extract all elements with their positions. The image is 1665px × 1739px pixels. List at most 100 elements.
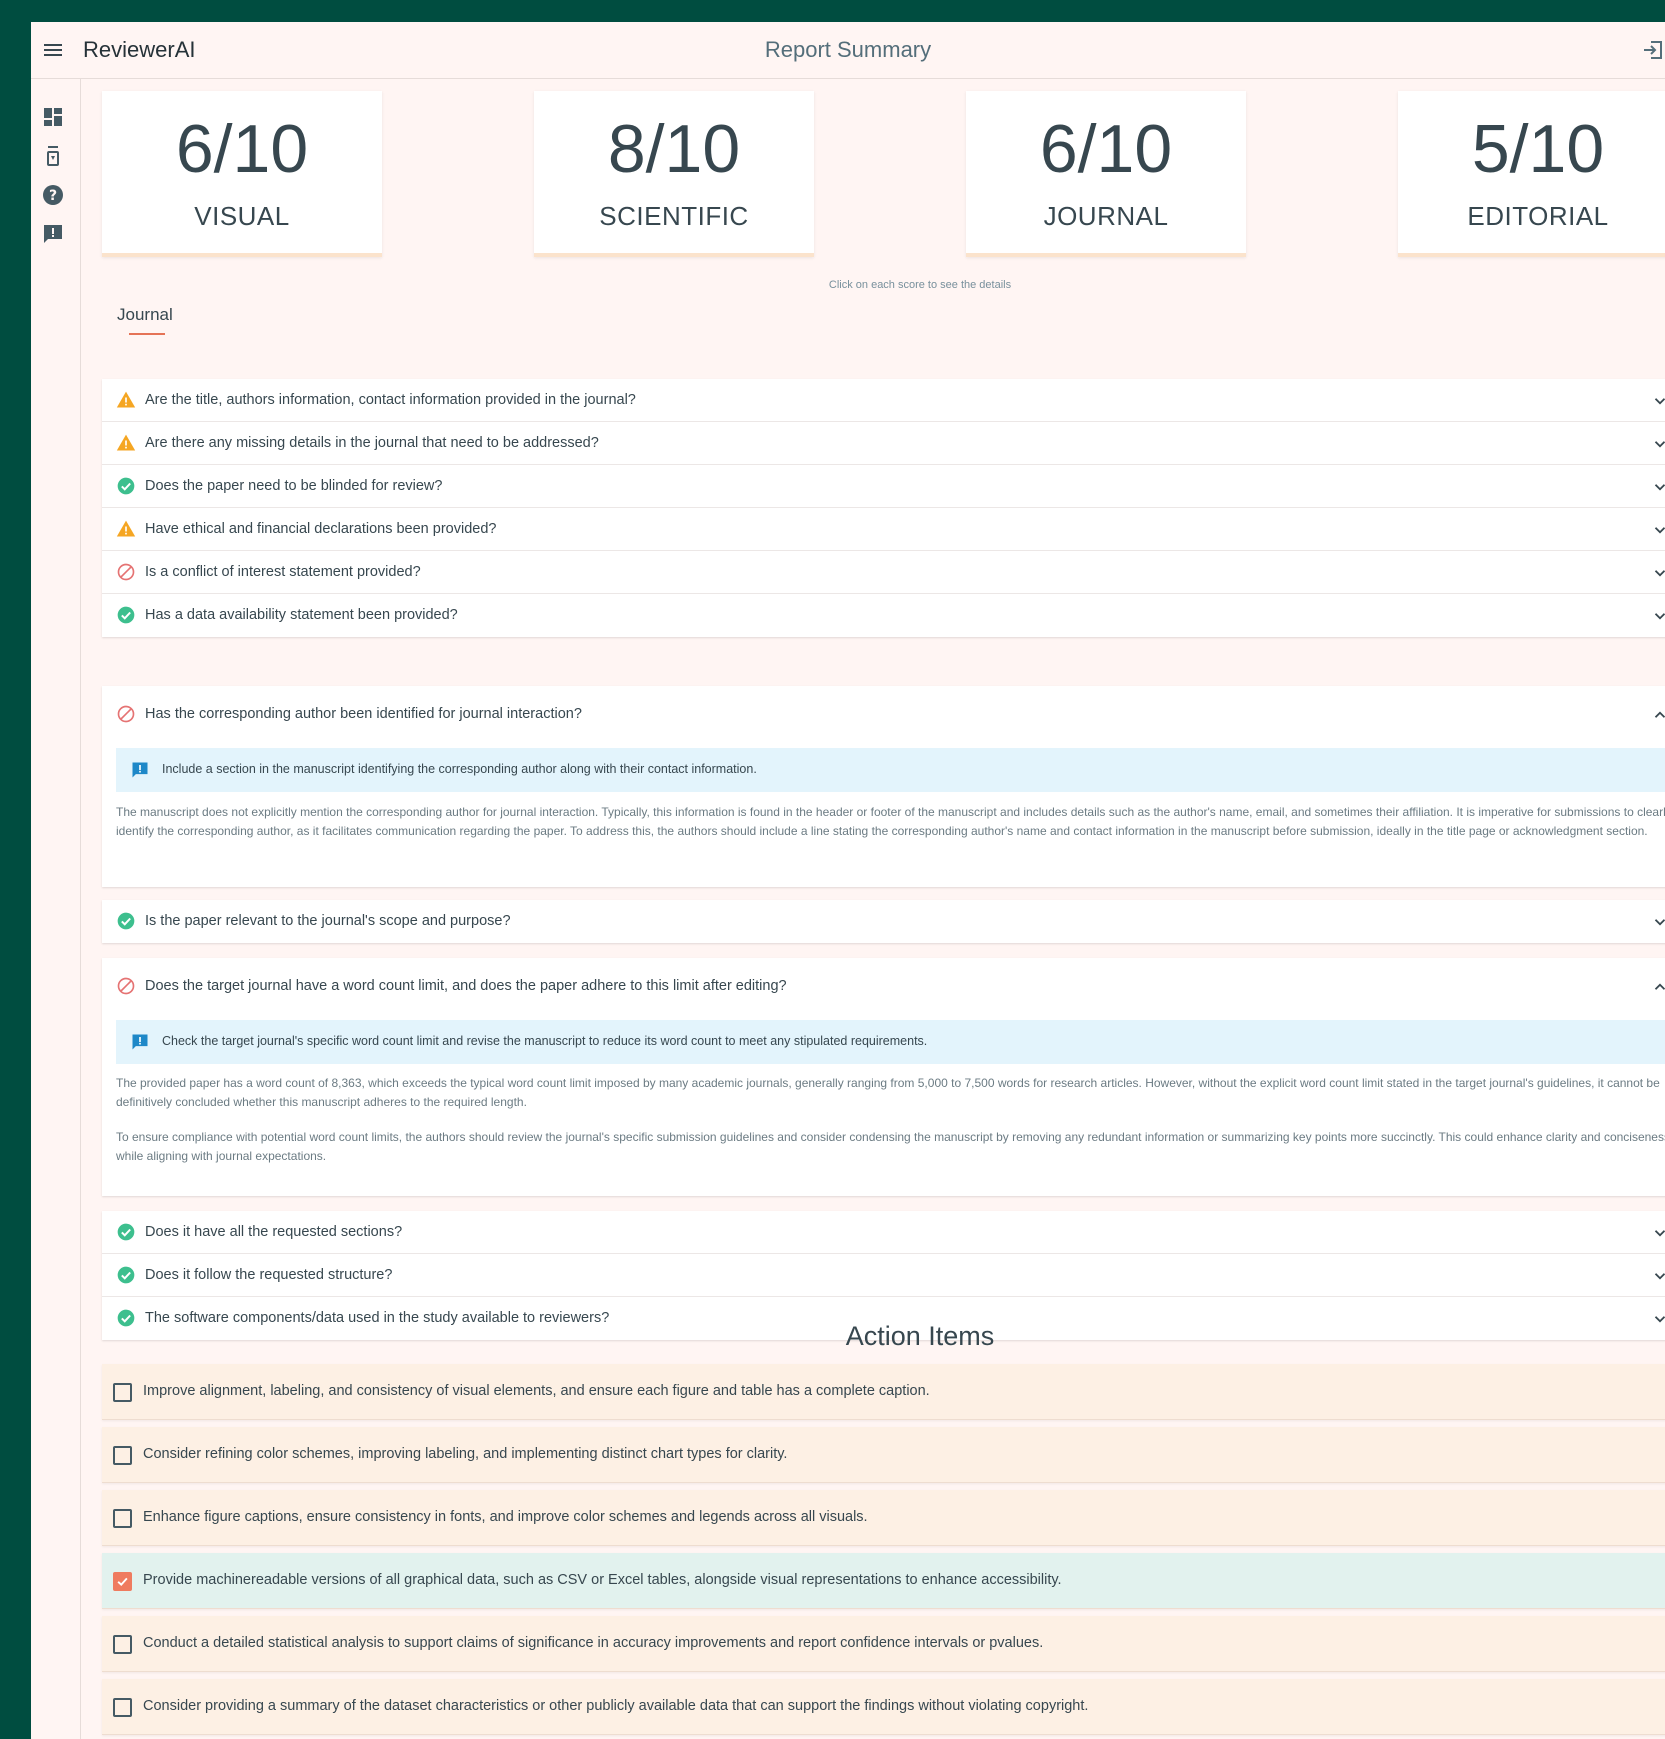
block-icon	[116, 562, 136, 582]
question-text: Have ethical and financial declarations …	[145, 521, 497, 537]
score-card-journal[interactable]: 6/10 JOURNAL	[966, 91, 1246, 257]
warning-icon	[116, 433, 136, 453]
action-item-text: Conduct a detailed statistical analysis …	[143, 1635, 1044, 1651]
page-title: Report Summary	[764, 37, 932, 62]
question-row[interactable]: Are there any missing details in the jou…	[102, 422, 1665, 465]
chevron-down-icon[interactable]	[1651, 435, 1665, 453]
score-card-editorial[interactable]: 5/10 EDITORIAL	[1398, 91, 1665, 257]
score-value: 5/10	[1471, 111, 1605, 187]
warning-icon	[116, 519, 136, 539]
suggestion-box: Include a section in the manuscript iden…	[116, 748, 1665, 792]
score-cards: 6/10 VISUAL 8/10 SCIENTIFIC 6/10 JOURNAL…	[102, 91, 1665, 261]
action-item[interactable]: Conduct a detailed statistical analysis …	[102, 1616, 1665, 1672]
action-item[interactable]: Consider refining color schemes, improvi…	[102, 1427, 1665, 1483]
check-circle-icon	[116, 1222, 136, 1242]
checkbox[interactable]	[113, 1509, 132, 1528]
question-text: Are there any missing details in the jou…	[145, 435, 599, 451]
block-icon	[116, 976, 136, 996]
action-item[interactable]: Provide machinereadable versions of all …	[102, 1553, 1665, 1609]
suggestion-text: Check the target journal's specific word…	[162, 1034, 928, 1048]
check-circle-icon	[116, 605, 136, 625]
dashboard-icon[interactable]	[41, 105, 65, 129]
check-icon	[117, 1577, 128, 1586]
question-text: Does the paper need to be blinded for re…	[145, 478, 443, 494]
expanded-question-panel: Does the target journal have a word coun…	[102, 958, 1665, 1196]
side-nav: ?	[31, 79, 81, 1739]
detail-text: The provided paper has a word count of 8…	[116, 1076, 1660, 1109]
question-row[interactable]: Have ethical and financial declarations …	[102, 508, 1665, 551]
checkbox[interactable]	[113, 1698, 132, 1717]
chevron-up-icon[interactable]	[1651, 978, 1665, 996]
question-row[interactable]: Has a data availability statement been p…	[102, 594, 1665, 637]
top-bar: ReviewerAI Report Summary	[31, 22, 1665, 79]
question-text: Has the corresponding author been identi…	[145, 706, 582, 722]
warning-icon	[116, 390, 136, 410]
detail-text: The manuscript does not explicitly menti…	[116, 805, 1665, 838]
action-item-text: Improve alignment, labeling, and consist…	[143, 1383, 930, 1399]
question-text: Is the paper relevant to the journal's s…	[145, 913, 511, 929]
chevron-down-icon[interactable]	[1651, 478, 1665, 496]
question-text: Has a data availability statement been p…	[145, 607, 458, 623]
chevron-down-icon[interactable]	[1651, 521, 1665, 539]
chevron-down-icon[interactable]	[1651, 1267, 1665, 1285]
detail-text: To ensure compliance with potential word…	[116, 1130, 1665, 1163]
chevron-up-icon[interactable]	[1651, 706, 1665, 724]
question-text: Does the target journal have a word coun…	[145, 978, 787, 994]
action-item-text: Enhance figure captions, ensure consiste…	[143, 1509, 868, 1525]
chevron-down-icon[interactable]	[1651, 392, 1665, 410]
action-item-text: Consider refining color schemes, improvi…	[143, 1446, 788, 1462]
suggestion-text: Include a section in the manuscript iden…	[162, 762, 757, 776]
question-text: Is a conflict of interest statement prov…	[145, 564, 421, 580]
action-items-title: Action Items	[845, 1321, 995, 1351]
block-icon	[116, 704, 136, 724]
score-value: 6/10	[1039, 111, 1173, 187]
chevron-down-icon[interactable]	[1651, 607, 1665, 625]
hourglass-icon[interactable]	[41, 144, 65, 168]
chevron-down-icon[interactable]	[1651, 913, 1665, 931]
question-row[interactable]: Does the paper need to be blinded for re…	[102, 465, 1665, 508]
question-group: Are the title, authors information, cont…	[102, 379, 1665, 637]
score-hint: Click on each score to see the details	[828, 279, 1012, 291]
score-value: 6/10	[175, 111, 309, 187]
question-group: Is the paper relevant to the journal's s…	[102, 900, 1665, 943]
score-label: JOURNAL	[1043, 201, 1169, 231]
action-item-text: Consider providing a summary of the data…	[143, 1698, 1089, 1714]
question-row[interactable]: Is the paper relevant to the journal's s…	[102, 900, 1665, 943]
question-row[interactable]: Does it have all the requested sections?	[102, 1211, 1665, 1254]
feedback-icon[interactable]	[41, 222, 65, 246]
score-card-visual[interactable]: 6/10 VISUAL	[102, 91, 382, 257]
question-text: Are the title, authors information, cont…	[145, 392, 636, 408]
question-row[interactable]: Does the target journal have a word coun…	[102, 958, 1665, 1016]
checkbox[interactable]	[113, 1446, 132, 1465]
check-circle-icon	[116, 1265, 136, 1285]
question-row[interactable]: Does it follow the requested structure?	[102, 1254, 1665, 1297]
checkbox[interactable]	[113, 1383, 132, 1402]
score-label: VISUAL	[194, 201, 290, 231]
question-row[interactable]: Are the title, authors information, cont…	[102, 379, 1665, 422]
feedback-icon	[132, 1034, 148, 1050]
question-row[interactable]: Is a conflict of interest statement prov…	[102, 551, 1665, 594]
checkbox-checked[interactable]	[113, 1572, 132, 1591]
action-item[interactable]: Consider providing a summary of the data…	[102, 1679, 1665, 1735]
logout-icon[interactable]	[1641, 38, 1665, 62]
checkbox[interactable]	[113, 1635, 132, 1654]
score-label: SCIENTIFIC	[599, 201, 749, 231]
help-icon[interactable]: ?	[41, 183, 65, 207]
action-item[interactable]: Improve alignment, labeling, and consist…	[102, 1364, 1665, 1420]
tab-journal[interactable]: Journal	[117, 305, 173, 335]
feedback-icon	[132, 762, 148, 778]
expanded-question-panel: Has the corresponding author been identi…	[102, 686, 1665, 887]
score-card-scientific[interactable]: 8/10 SCIENTIFIC	[534, 91, 814, 257]
chevron-down-icon[interactable]	[1651, 564, 1665, 582]
question-row[interactable]: Has the corresponding author been identi…	[102, 686, 1665, 744]
chevron-down-icon[interactable]	[1651, 1224, 1665, 1242]
svg-text:?: ?	[49, 188, 57, 204]
question-text: Does it follow the requested structure?	[145, 1267, 393, 1283]
score-label: EDITORIAL	[1467, 201, 1609, 231]
action-item[interactable]: Enhance figure captions, ensure consiste…	[102, 1490, 1665, 1546]
action-item-text: Provide machinereadable versions of all …	[143, 1572, 1062, 1588]
app-window: ReviewerAI Report Summary ? 6/10 VISUAL …	[31, 22, 1665, 1739]
check-circle-icon	[116, 476, 136, 496]
question-text: Does it have all the requested sections?	[145, 1224, 403, 1240]
check-circle-icon	[116, 911, 136, 931]
